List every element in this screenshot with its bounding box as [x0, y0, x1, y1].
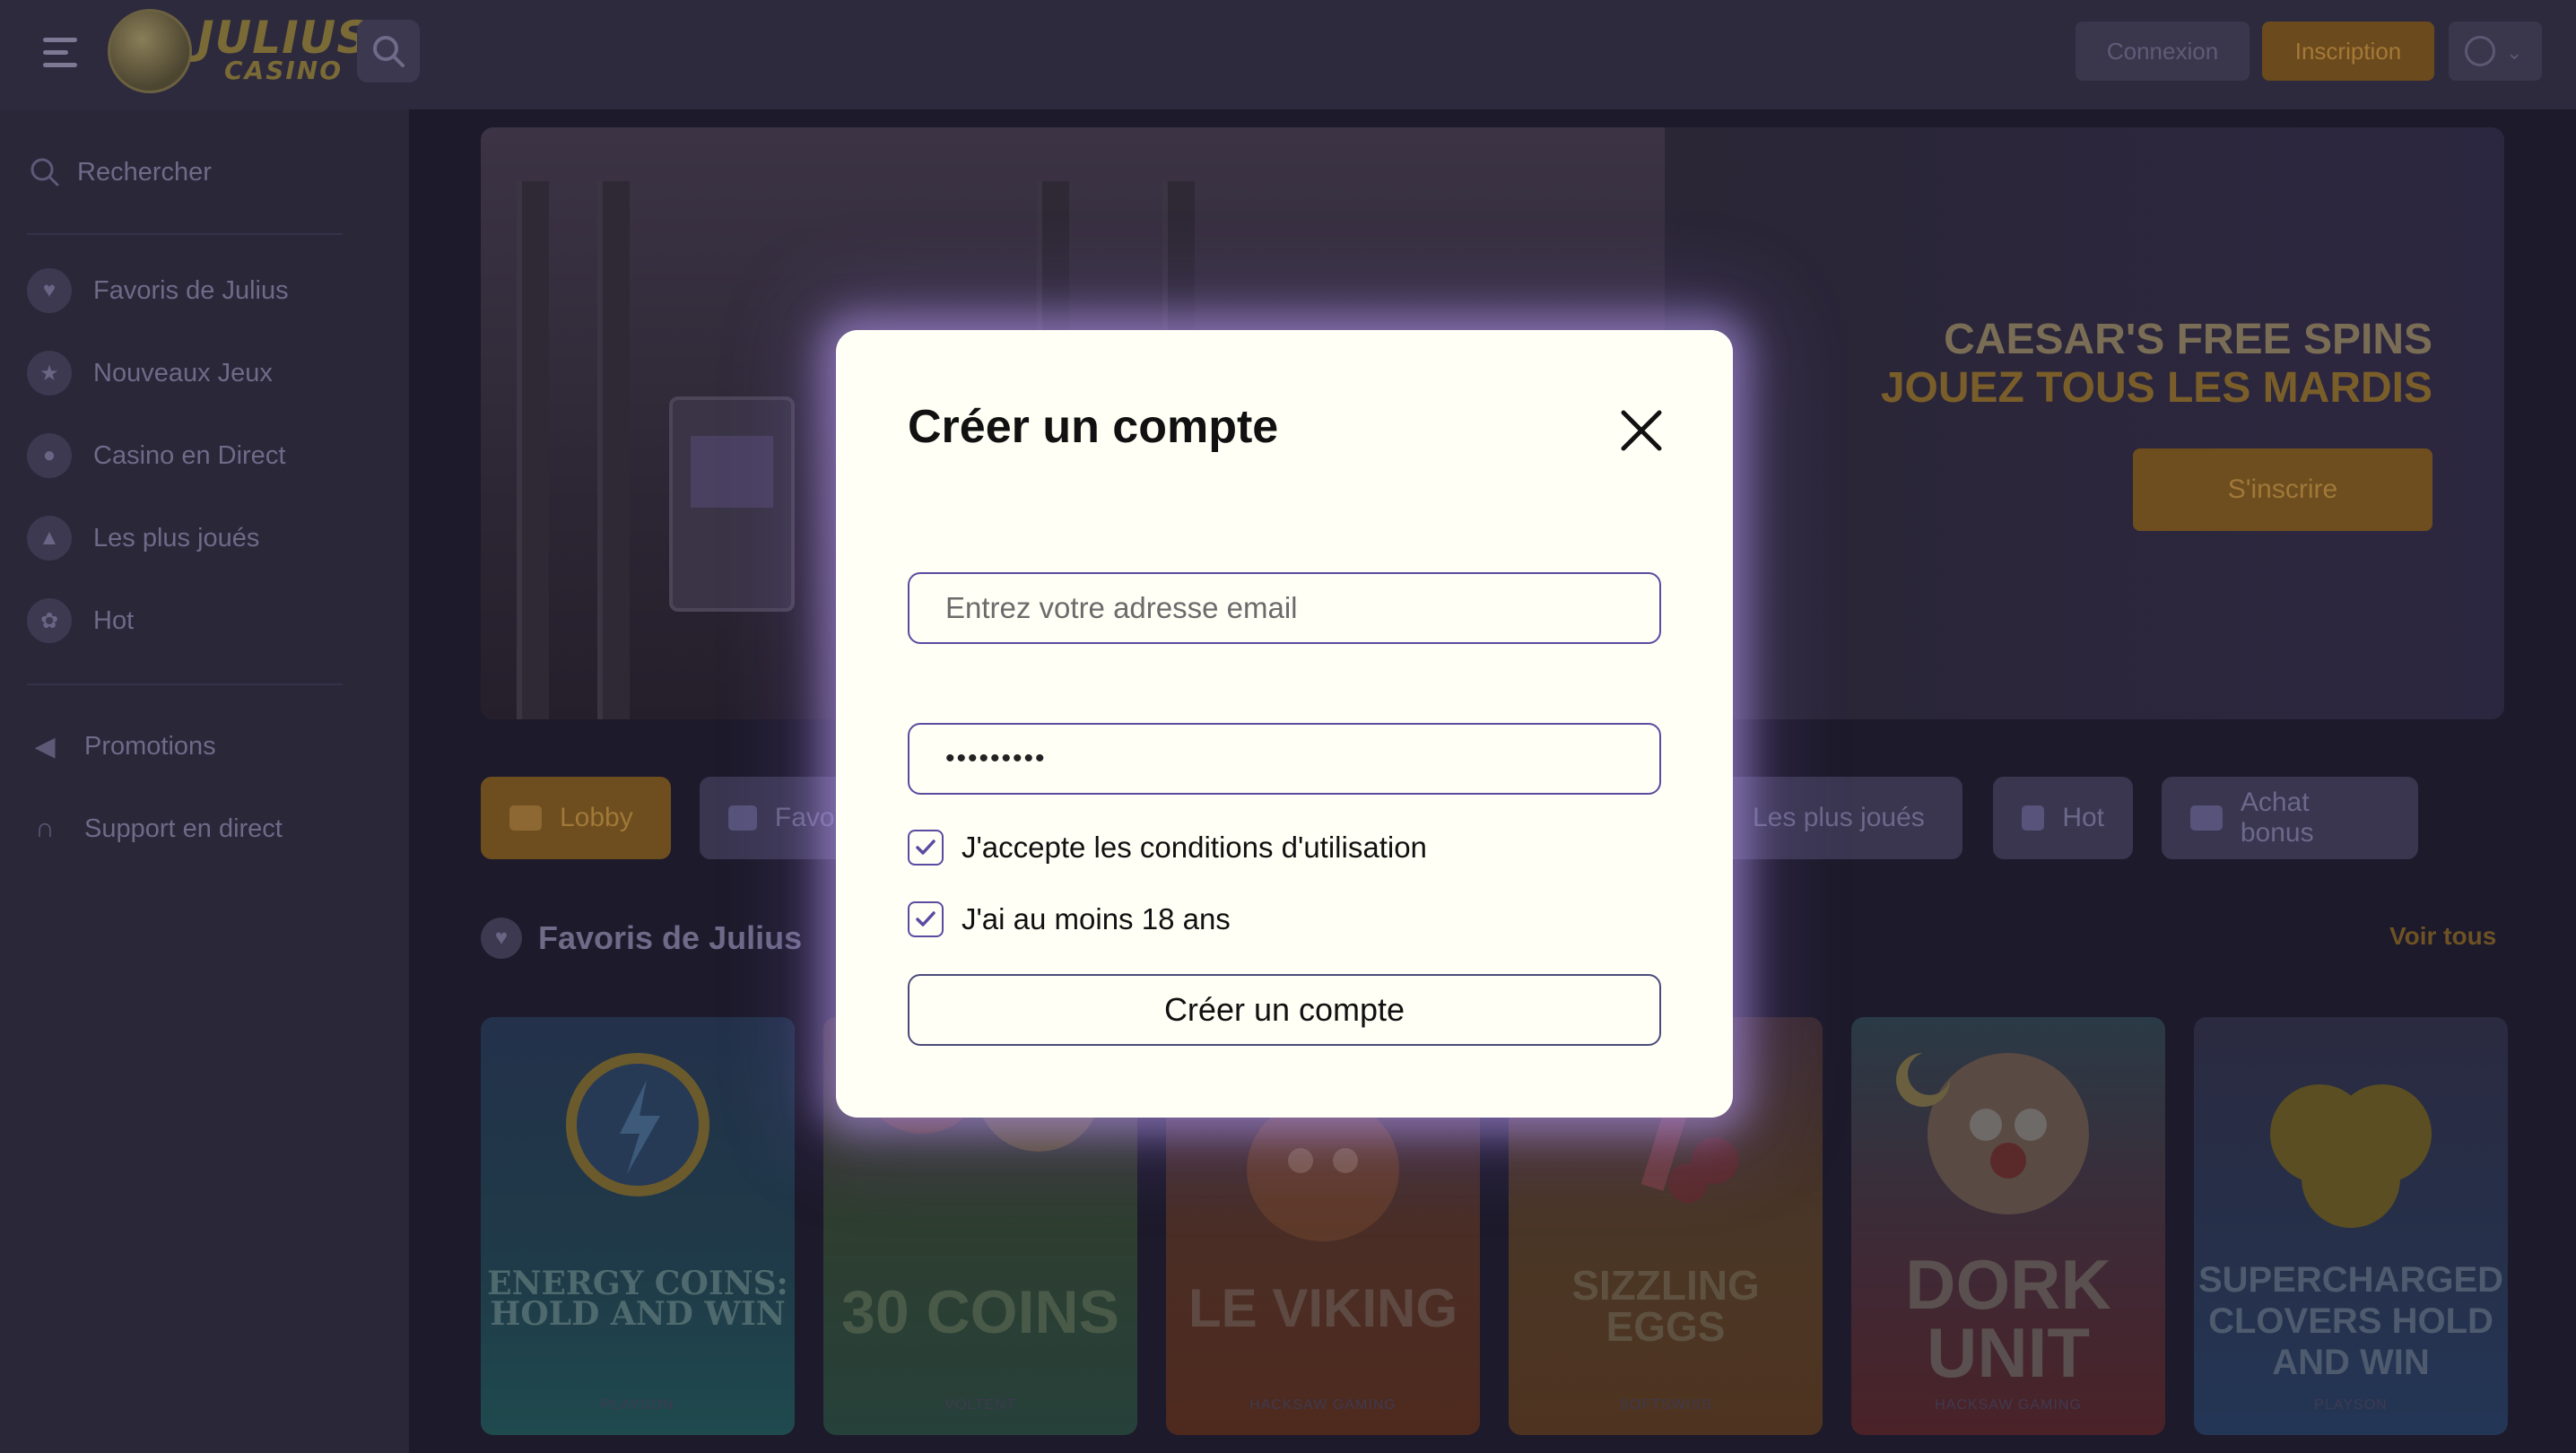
terms-checkbox[interactable] — [908, 830, 944, 866]
sidebar-item-label: Casino en Direct — [93, 440, 286, 470]
checkmark-icon — [916, 911, 936, 927]
game-title: LE VIKING — [1188, 1278, 1458, 1338]
game-provider: SOFTSWISS — [1619, 1397, 1712, 1413]
tab-lobby[interactable]: Lobby — [481, 777, 671, 859]
banner-title: CAESAR'S FREE SPINS JOUEZ TOUS LES MARDI… — [1880, 316, 2432, 412]
sidebar-item-label: Nouveaux Jeux — [93, 358, 273, 387]
megaphone-icon: ◀ — [34, 731, 56, 761]
logo-subtext: CASINO — [224, 56, 344, 85]
checkmark-icon — [916, 840, 936, 855]
gamepad-icon — [509, 805, 542, 831]
sidebar-item-label: Hot — [93, 605, 135, 635]
game-provider: PLAYSON — [601, 1397, 674, 1413]
create-account-button[interactable]: Créer un compte — [908, 974, 1661, 1046]
tab-label: Achat bonus — [2240, 787, 2314, 848]
game-title: DORK UNIT — [1905, 1245, 2111, 1392]
section-header: ♥ Favoris de Julius — [481, 915, 802, 961]
divider — [27, 683, 343, 685]
logo-text[interactable]: JULIUS — [197, 15, 370, 60]
sidebar-item-label: Favoris de Julius — [93, 275, 289, 305]
game-title: ENERGY COINS: HOLD AND WIN — [487, 1265, 788, 1333]
sidebar-link-label: Support en direct — [84, 814, 283, 843]
age-checkbox[interactable] — [908, 901, 944, 937]
search-icon — [30, 158, 59, 187]
game-card[interactable]: ENERGY COINS: HOLD AND WIN PLAYSON — [481, 1017, 795, 1435]
age-label: J'ai au moins 18 ans — [962, 902, 1231, 935]
flag-icon — [2190, 805, 2223, 831]
game-art — [1896, 1053, 2089, 1214]
terms-label: J'accepte les conditions d'utilisation — [962, 831, 1427, 864]
game-art — [566, 1053, 709, 1196]
flag-icon — [728, 805, 757, 831]
heart-icon: ♥ — [481, 918, 522, 959]
password-field[interactable] — [908, 723, 1661, 795]
game-card[interactable]: SUPERCHARGED CLOVERS HOLD AND WIN PLAYSO… — [2194, 1017, 2508, 1435]
see-all-link[interactable]: Voir tous — [2389, 922, 2496, 951]
tab-label: Les plus joués — [1753, 803, 1925, 832]
game-title: SUPERCHARGED CLOVERS HOLD AND WIN — [2197, 1260, 2504, 1382]
game-provider: HACKSAW GAMING — [1249, 1397, 1397, 1413]
sidebar-item-casino-direct[interactable]: ● Casino en Direct — [27, 432, 285, 479]
tab-achat-bonus[interactable]: Achat bonus — [2162, 777, 2418, 859]
sidebar-item-label: Les plus joués — [93, 523, 260, 552]
game-title: SIZZLING EGGS — [1571, 1262, 1760, 1350]
section-title: Favoris de Julius — [538, 919, 803, 956]
sidebar-item-nouveaux-jeux[interactable]: ★ Nouveaux Jeux — [27, 350, 273, 396]
banner-cta-button[interactable]: S'inscrire — [2133, 448, 2432, 531]
sidebar-item-favoris[interactable]: ♥ Favoris de Julius — [27, 267, 289, 314]
live-icon: ● — [27, 433, 72, 478]
age-checkbox-row[interactable]: J'ai au moins 18 ans — [908, 901, 1231, 938]
sidebar-link-promotions[interactable]: ◀ Promotions — [27, 723, 216, 770]
game-provider: HACKSAW GAMING — [1935, 1397, 2082, 1413]
language-selector[interactable]: ⌄ — [2449, 22, 2542, 81]
logo-emblem[interactable] — [108, 9, 192, 93]
game-title: 30 COINS — [841, 1278, 1119, 1346]
sidebar-link-support[interactable]: ∩ Support en direct — [27, 805, 283, 852]
register-button[interactable]: Inscription — [2262, 22, 2434, 81]
sidebar-search-label: Rechercher — [77, 157, 212, 187]
search-button[interactable] — [357, 20, 420, 83]
fire-icon: ▲ — [27, 516, 72, 561]
chevron-down-icon: ⌄ — [2506, 41, 2523, 64]
email-field[interactable] — [908, 572, 1661, 644]
game-provider: PLAYSON — [2314, 1397, 2388, 1413]
modal-title: Créer un compte — [908, 401, 1279, 453]
tab-hot[interactable]: Hot — [1993, 777, 2133, 859]
sidebar: Rechercher ♥ Favoris de Julius ★ Nouveau… — [0, 109, 409, 1453]
signup-modal: Créer un compte J'accepte les conditions… — [836, 330, 1733, 1118]
sidebar-search[interactable]: Rechercher — [29, 154, 212, 190]
flag-icon — [2022, 805, 2045, 831]
sidebar-item-hot[interactable]: ✿ Hot — [27, 597, 134, 644]
login-button[interactable]: Connexion — [2076, 22, 2250, 81]
tab-label: Hot — [2062, 803, 2104, 832]
heart-icon: ♥ — [27, 268, 72, 313]
star-icon: ★ — [27, 351, 72, 396]
headset-icon: ∩ — [35, 814, 55, 843]
terms-checkbox-row[interactable]: J'accepte les conditions d'utilisation — [908, 829, 1427, 866]
menu-icon[interactable] — [43, 38, 77, 68]
search-icon — [373, 36, 405, 67]
globe-icon — [2465, 36, 2495, 66]
close-icon[interactable] — [1616, 405, 1667, 456]
top-bar: JULIUS CASINO Connexion Inscription ⌄ — [0, 0, 2576, 109]
sidebar-item-plus-joues[interactable]: ▲ Les plus joués — [27, 515, 259, 561]
sidebar-link-label: Promotions — [84, 731, 216, 761]
game-card[interactable]: DORK UNIT HACKSAW GAMING — [1851, 1017, 2165, 1435]
game-provider: VOLTENT — [944, 1397, 1016, 1413]
game-art — [2270, 1084, 2432, 1228]
tab-label: Lobby — [560, 803, 633, 832]
divider — [27, 233, 343, 235]
hot-icon: ✿ — [27, 598, 72, 643]
